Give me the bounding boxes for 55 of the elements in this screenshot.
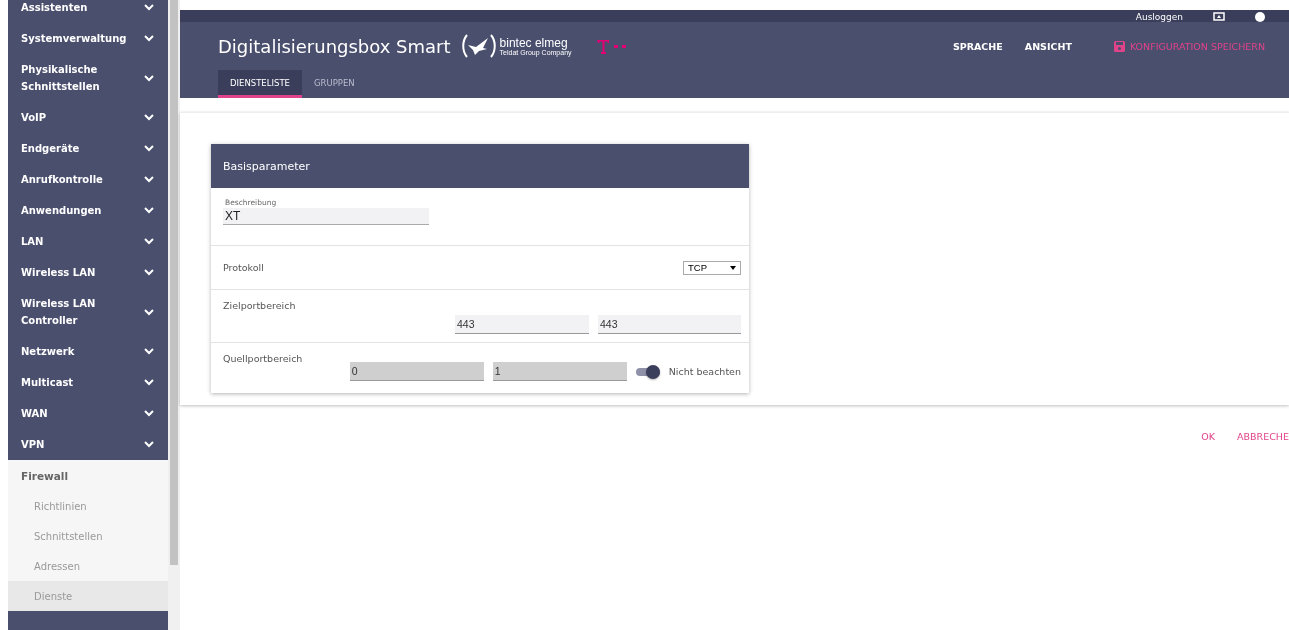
chevron-icon	[144, 4, 154, 11]
sidebar-item[interactable]: Wireless LAN	[8, 257, 168, 288]
sidebar-item[interactable]: Endgeräte	[8, 133, 168, 164]
port-to-field[interactable]: 443	[598, 315, 741, 334]
chevron-icon	[144, 114, 154, 121]
sidebar-section[interactable]: Firewall	[8, 460, 168, 491]
footer-button[interactable]: ABBRECHE	[1237, 431, 1289, 442]
chevron-icon	[144, 308, 154, 316]
logout-link[interactable]: Ausloggen	[1135, 12, 1183, 22]
card-title: Basisparameter	[211, 144, 749, 188]
scrollbar-thumb[interactable]	[170, 0, 178, 565]
tab[interactable]: GRUPPEN	[301, 70, 367, 98]
port-to-field[interactable]: 1	[492, 362, 627, 381]
sidebar-item[interactable]: VPN	[8, 429, 168, 460]
protocol-dropdown[interactable]: TCP	[683, 260, 741, 275]
sidebar-item[interactable]: Anrufkontrolle	[8, 164, 168, 195]
chevron-icon	[144, 348, 154, 355]
chevron-icon	[144, 35, 154, 42]
chevron-icon	[144, 379, 154, 386]
sidebar-item[interactable]: Physikalische Schnittstellen	[8, 54, 168, 102]
sidebar-item[interactable]: Multicast	[8, 367, 168, 398]
header-link[interactable]: ANSICHT	[1024, 40, 1072, 52]
tab[interactable]: DIENSTELISTE	[218, 70, 302, 98]
chevron-icon	[144, 207, 154, 214]
footer-button[interactable]: OK	[1201, 431, 1216, 442]
sidebar-item[interactable]: Netzwerk	[8, 336, 168, 367]
port-from-field[interactable]: 0	[349, 362, 484, 381]
sidebar-item[interactable]: Anwendungen	[8, 195, 168, 226]
chevron-icon	[144, 441, 154, 448]
chevron-icon	[144, 74, 154, 82]
sidebar-item[interactable]: Assistenten	[8, 0, 168, 23]
toggle-switch[interactable]	[635, 364, 660, 379]
header-link[interactable]: SPRACHE	[952, 40, 1003, 52]
chevron-icon	[144, 410, 154, 417]
field-label: Quellportbereich	[223, 353, 304, 364]
field-label: Zielportbereich	[223, 300, 297, 311]
bird-logo-icon	[460, 33, 497, 59]
sidebar-item[interactable]: WAN	[8, 398, 168, 429]
chevron-icon	[144, 269, 154, 276]
sidebar-item[interactable]: LAN	[8, 226, 168, 257]
field-label: Protokoll	[223, 262, 264, 273]
brand-name: bintec elmeg	[499, 36, 568, 49]
chevron-icon	[144, 238, 154, 245]
sidebar-item[interactable]: Wireless LAN Controller	[8, 288, 168, 336]
chevron-icon	[144, 176, 154, 183]
app-title: Digitalisierungsbox Smart	[218, 35, 451, 57]
monitor-icon[interactable]	[1213, 12, 1225, 22]
sidebar-item[interactable]: VoIP	[8, 102, 168, 133]
caret-icon	[730, 265, 736, 270]
description-field[interactable]: XT	[223, 208, 429, 225]
help-icon[interactable]	[1255, 12, 1265, 22]
sidebar-item[interactable]: Systemverwaltung	[8, 23, 168, 54]
toggle-label: Nicht beachten	[668, 366, 741, 377]
chevron-icon	[144, 145, 154, 152]
port-from-field[interactable]: 443	[455, 315, 589, 334]
